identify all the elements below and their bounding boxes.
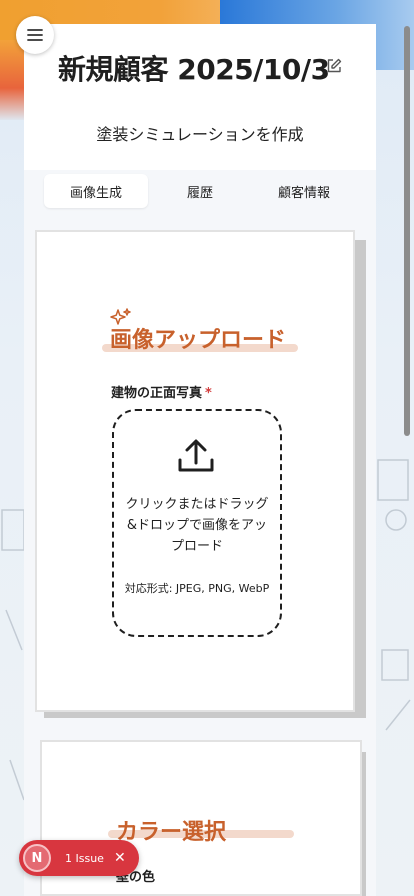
scrollbar[interactable] xyxy=(404,26,410,436)
building-photo-label-text: 建物の正面写真 xyxy=(111,386,203,401)
background-orange-drip xyxy=(0,40,26,120)
tab-customer-info[interactable]: 顧客情報 xyxy=(252,174,356,208)
dropzone-formats: 対応形式: JPEG, PNG, WebP xyxy=(124,582,270,595)
issue-count: 1 Issue xyxy=(65,851,104,865)
color-section-title: カラー選択 xyxy=(116,820,227,845)
tab-bar: 画像生成 履歴 顧客情報 xyxy=(44,174,356,208)
tab-history[interactable]: 履歴 xyxy=(148,174,252,208)
tab-image-generation[interactable]: 画像生成 xyxy=(44,174,148,208)
menu-button[interactable] xyxy=(16,16,54,54)
edit-icon[interactable] xyxy=(326,58,342,74)
building-photo-label: 建物の正面写真 * xyxy=(111,382,212,401)
upload-icon xyxy=(178,439,214,472)
dropzone-instructions: クリックまたはドラッグ&ドロップで画像をアップロード xyxy=(125,497,269,554)
issue-avatar: N xyxy=(23,844,51,872)
page-title: 新規顧客 2025/10/3 xyxy=(58,53,330,86)
close-icon[interactable]: ✕ xyxy=(114,850,126,866)
page-subtitle: 塗装シミュレーションを作成 xyxy=(96,125,304,144)
header-area xyxy=(24,24,376,170)
menu-icon xyxy=(27,29,43,41)
required-mark: * xyxy=(205,386,212,401)
issue-badge[interactable]: N 1 Issue ✕ xyxy=(19,840,139,876)
upload-section-title: 画像アップロード xyxy=(110,328,287,353)
